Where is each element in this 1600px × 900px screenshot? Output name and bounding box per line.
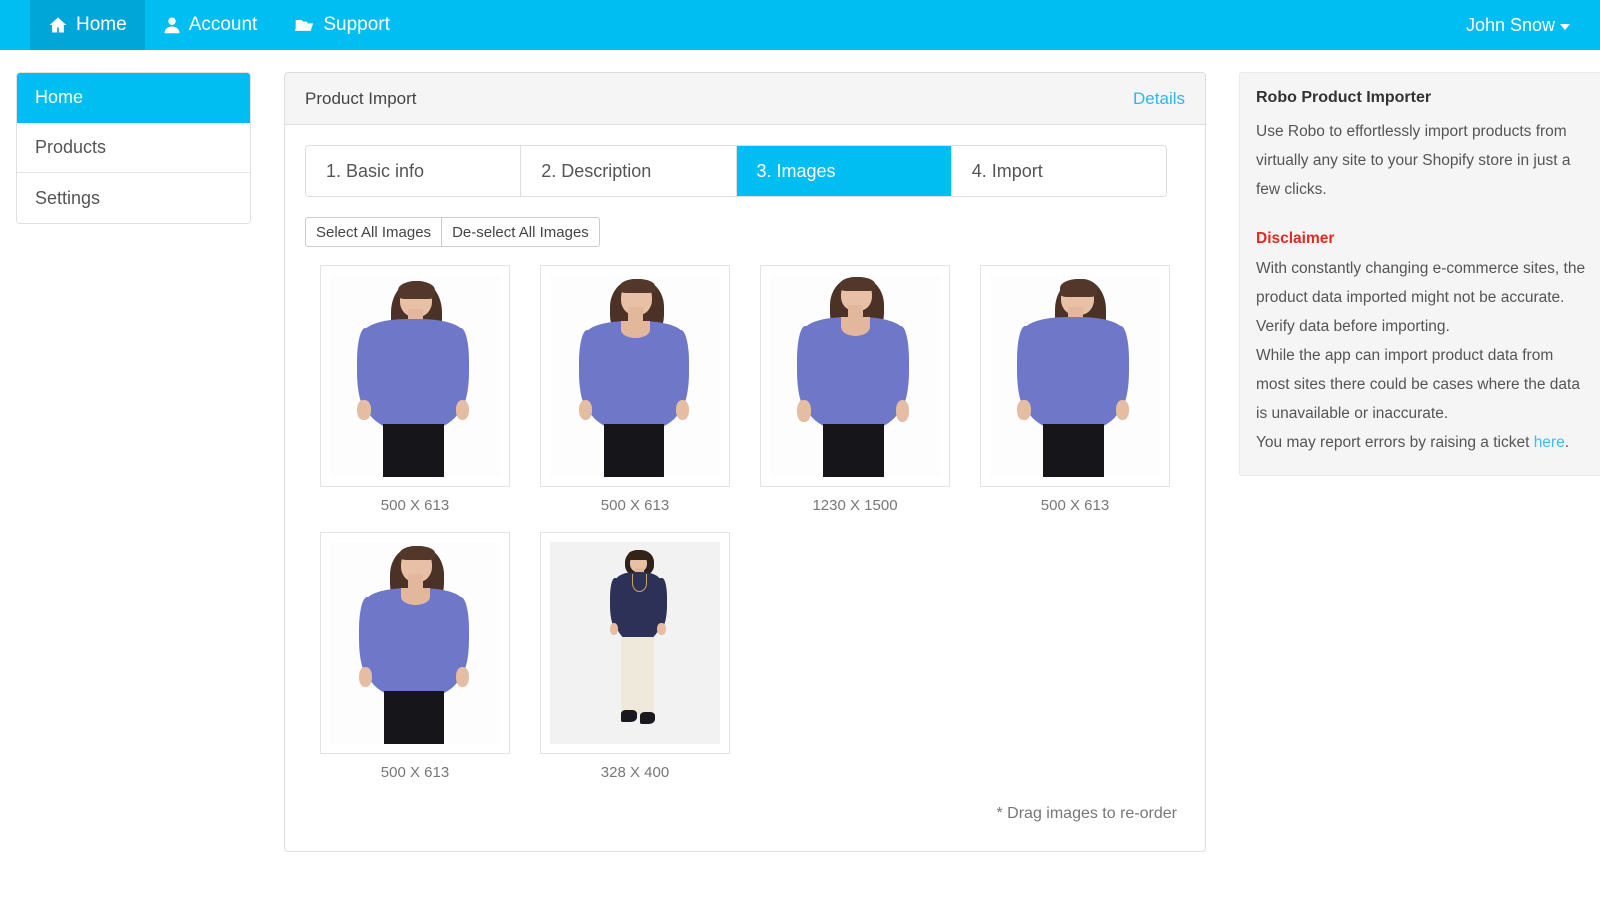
sidebar-item-products-label: Products [35,137,107,157]
panel-body: 1. Basic info 2. Description 3. Images 4… [285,125,1205,851]
disclaimer-line-1: With constantly changing e-commerce site… [1256,260,1586,335]
disclaimer-line-3: You may report errors by raising a ticke… [1256,428,1587,457]
image-cell[interactable]: 500 X 613 [525,265,745,514]
image-cell[interactable]: 500 X 613 [965,265,1185,514]
sidebar-item-settings-label: Settings [35,187,101,208]
sidebar-item-home-label: Home [35,87,84,107]
image-thumbnail[interactable] [760,265,950,487]
disclaimer-line-3-period: . [1564,434,1570,451]
image-dimensions: 1230 X 1500 [812,497,898,514]
user-menu[interactable]: John Snow [1466,15,1570,36]
product-photo-front-3 [330,542,500,744]
report-errors-link[interactable]: here [1534,434,1565,451]
image-selection-buttons: Select All Images De-select All Images [305,217,600,247]
product-import-panel: Product Import Details 1. Basic info 2. … [284,72,1206,852]
image-thumbnail[interactable] [540,532,730,754]
disclaimer-title: Disclaimer [1256,230,1335,247]
tab-import-label: 4. Import [971,160,1043,181]
deselect-all-images-button[interactable]: De-select All Images [441,217,600,247]
image-cell[interactable]: 500 X 613 [305,265,525,514]
sidebar-item-home[interactable]: Home [17,73,250,123]
tab-import[interactable]: 4. Import [951,146,1166,196]
product-photo-front-large [770,275,940,477]
details-link[interactable]: Details [1133,89,1185,109]
image-dimensions: 500 X 613 [1040,497,1110,514]
chevron-down-icon [1560,23,1570,30]
info-panel: Robo Product Importer Use Robo to effort… [1239,72,1600,476]
navbar-links: Home Account Support [30,0,408,50]
nav-item-account-label: Account [188,14,258,35]
nav-item-support-label: Support [323,14,390,35]
image-dimensions: 500 X 613 [380,497,450,514]
product-photo-back [330,275,500,477]
nav-item-account[interactable]: Account [145,0,276,50]
image-dimensions: 500 X 613 [600,497,670,514]
sidebar: Home Products Settings [16,72,251,224]
navbar-right: John Snow [1466,0,1600,50]
tab-basic-info[interactable]: 1. Basic info [306,146,522,196]
home-icon [48,15,68,35]
nav-item-home[interactable]: Home [30,0,145,50]
info-panel-intro: Use Robo to effortlessly import products… [1256,123,1571,198]
image-thumbnail[interactable] [540,265,730,487]
page-title: Product Import [305,88,417,108]
image-cell[interactable]: 500 X 613 [305,532,525,781]
page-container: Home Products Settings Product Import De… [0,50,1600,852]
image-cell[interactable]: 328 X 400 [525,532,745,781]
image-thumbnail[interactable] [320,532,510,754]
disclaimer-line-3-text: You may report errors by raising a ticke… [1256,434,1534,451]
image-grid: 500 X 613 500 X 613 1230 X 1500 500 X 61… [305,265,1185,799]
tab-images[interactable]: 3. Images [736,146,952,196]
tab-images-label: 3. Images [756,160,836,181]
image-cell[interactable]: 1230 X 1500 [745,265,965,514]
sidebar-item-settings[interactable]: Settings [17,173,250,223]
product-photo-front [550,275,720,477]
user-menu-label: John Snow [1465,14,1555,35]
product-photo-full-body [550,542,720,744]
image-thumbnail[interactable] [320,265,510,487]
info-panel-title: Robo Product Importer [1256,89,1432,106]
drag-reorder-note: * Drag images to re-order [996,805,1177,822]
tab-description[interactable]: 2. Description [521,146,737,196]
disclaimer-line-2: While the app can import product data fr… [1256,347,1580,422]
image-dimensions: 500 X 613 [380,764,450,781]
sidebar-item-products[interactable]: Products [17,123,250,173]
select-all-images-button[interactable]: Select All Images [305,217,443,247]
image-thumbnail[interactable] [980,265,1170,487]
top-navbar: Home Account Support John Snow [0,0,1600,50]
tab-description-label: 2. Description [541,160,652,181]
folder-icon [293,15,315,35]
product-photo-back-2 [990,275,1160,477]
nav-item-home-label: Home [76,14,127,35]
nav-item-support[interactable]: Support [275,0,408,50]
tab-basic-info-label: 1. Basic info [326,160,425,181]
image-dimensions: 328 X 400 [600,764,670,781]
panel-header: Product Import Details [285,73,1205,125]
user-icon [163,15,181,35]
wizard-tabs: 1. Basic info 2. Description 3. Images 4… [305,145,1167,197]
